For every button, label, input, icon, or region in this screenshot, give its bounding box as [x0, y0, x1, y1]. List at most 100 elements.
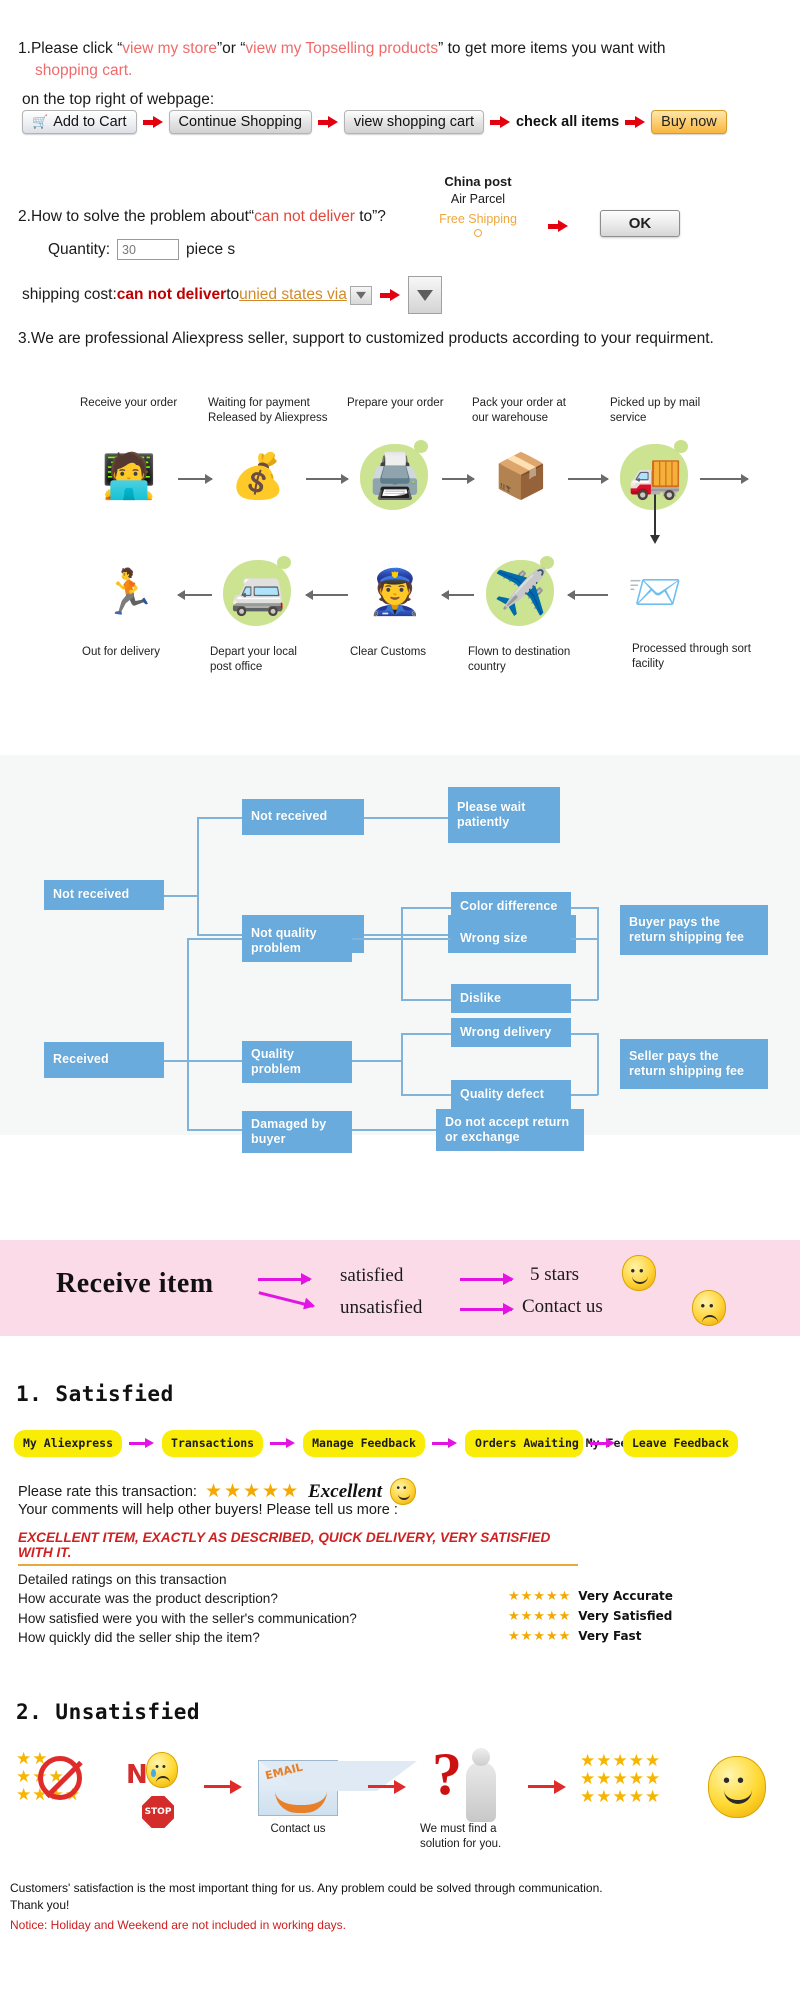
flowchart-node-wrong-delivery: Wrong delivery [451, 1018, 571, 1047]
continue-shopping-button[interactable]: Continue Shopping [168, 110, 312, 134]
flow-top-label-1: Receive your order [80, 397, 178, 409]
flow-bottom-label-5: Processed through sort facility [632, 643, 751, 670]
flowchart-line [571, 999, 598, 1001]
step-transactions[interactable]: Transactions [162, 1430, 264, 1457]
flowchart-line [401, 1033, 451, 1035]
satisfaction-footnote: Customers' satisfaction is the most impo… [10, 1881, 603, 1913]
thinking-person-icon [466, 1748, 496, 1822]
step-leave-feedback[interactable]: Leave Feedback [622, 1430, 738, 1457]
quantity-label: Quantity: [48, 240, 111, 258]
flowchart-node-dislike: Dislike [451, 984, 571, 1013]
mail-truck-icon: 🚚 [612, 438, 698, 516]
question-mark-icon: ? [432, 1741, 462, 1807]
magenta-arrow-icon [460, 1303, 514, 1315]
red-arrow-icon [142, 115, 163, 129]
unsatisfied-section: 2. Unsatisfied ★★ ★★★ ★★★★ N •• STOP EMAIL… [0, 1700, 800, 1932]
add-to-cart-button[interactable]: 🛒 Add to Cart [22, 110, 137, 134]
flowchart-line [164, 895, 198, 897]
flowchart-node-not-quality-problem: Not quality problem [242, 920, 352, 962]
country-dropdown-chevron-down-icon[interactable] [349, 285, 372, 305]
shipping-process-diagram: Receive your order Waiting for payment R… [0, 372, 800, 732]
shipping-country-link[interactable]: unied states via [239, 286, 347, 304]
flowchart-node-please-wait: Please wait patiently [448, 787, 560, 843]
magenta-arrow-icon [430, 1437, 460, 1449]
detail-stars-1[interactable]: ★★★★★ [508, 1586, 571, 1606]
view-my-store-link[interactable]: view my store [122, 40, 217, 57]
flowchart-node-not-received: Not received [242, 799, 364, 835]
buy-now-button[interactable]: Buy now [651, 110, 727, 134]
flowchart-line [401, 1094, 451, 1096]
shopping-cart-icon: 🛒 [32, 114, 49, 129]
reply-arrow-icon [275, 1791, 327, 1813]
view-topselling-products-link[interactable]: view my Topselling products [245, 40, 438, 57]
flowchart-line [401, 938, 451, 940]
detail-stars-2[interactable]: ★★★★★ [508, 1606, 571, 1626]
contact-us-result: Contact us [522, 1296, 603, 1317]
shipping-method-dropdown[interactable] [407, 276, 442, 314]
carrier-line-2: Air Parcel [450, 191, 506, 206]
flowchart-line [597, 907, 599, 1000]
smiley-eyes: •• [722, 1770, 751, 1792]
detail-rating-row: ★★★★★ Very Satisfied [508, 1606, 673, 1626]
contact-us-caption: Contact us [270, 1823, 326, 1835]
step-my-aliexpress[interactable]: My Aliexpress [14, 1430, 123, 1457]
flow-top-label-2: Waiting for payment Released by Aliexpre… [208, 397, 328, 424]
magenta-arrow-icon [127, 1437, 157, 1449]
no-letter-icon: N [126, 1760, 148, 1790]
flow-arrow-icon [700, 474, 749, 484]
step-manage-feedback[interactable]: Manage Feedback [303, 1430, 425, 1457]
section-2-heading: 2.How to solve the problem about“can not… [0, 208, 800, 226]
flowchart-line [401, 1033, 403, 1095]
magenta-arrow-icon [258, 1291, 314, 1308]
magenta-arrow-icon [258, 1273, 312, 1285]
flowchart-line [187, 1060, 242, 1062]
flow-bottom-label-4: Flown to destination country [468, 646, 571, 673]
red-arrow-icon [368, 1780, 410, 1794]
red-arrow-icon [317, 115, 338, 129]
shopping-cart-text: shopping cart. [35, 62, 133, 79]
star-icon-row: ★★★★★ [580, 1751, 662, 1770]
ok-button[interactable]: OK [600, 210, 680, 237]
section-2-number: 2. [18, 208, 31, 225]
flow-arrow-icon [568, 474, 609, 484]
flowchart-line [401, 999, 451, 1001]
red-arrow-icon [489, 115, 510, 129]
flowchart-line [352, 1060, 402, 1062]
happy-smiley-icon: •• [390, 1478, 416, 1505]
view-shopping-cart-button[interactable]: view shopping cart [343, 110, 484, 134]
flowchart-line [401, 907, 451, 909]
section-2-delivery-problem: 2.How to solve the problem about“can not… [0, 174, 800, 314]
solution-caption: We must find a solution for you. [420, 1823, 502, 1850]
detail-stars-3[interactable]: ★★★★★ [508, 1626, 571, 1646]
money-bag-icon: 💰 [230, 452, 286, 501]
step-orders-awaiting-my-feedback[interactable]: Orders Awaiting My Feedback [464, 1430, 662, 1457]
red-arrow-icon [204, 1780, 246, 1794]
satisfied-option: satisfied [340, 1265, 404, 1286]
flowchart-line [597, 1033, 599, 1095]
flowchart-line [571, 1033, 598, 1035]
check-all-items-label[interactable]: check all items [516, 114, 619, 130]
flow-top-label-3: Prepare your order [347, 397, 444, 409]
flowchart-line [352, 1129, 436, 1131]
section-1-text-b: ”or “ [217, 40, 246, 57]
section-1-number: 1. [18, 40, 31, 57]
tear-icon [151, 1769, 156, 1777]
detail-rating-row: ★★★★★ Very Fast [508, 1626, 673, 1646]
detail-answer-2: Very Satisfied [578, 1608, 673, 1623]
section-1-subtext: on the top right of webpage: [22, 91, 215, 108]
flowchart-node-buyer-pays: Buyer pays the return shipping fee [620, 905, 768, 955]
flow-bottom-label-3: Clear Customs [350, 646, 427, 658]
flowchart-node-damaged-by-buyer: Damaged by buyer [242, 1111, 352, 1153]
section-1-text-a: Please click “ [30, 40, 123, 57]
comments-prompt: Your comments will help other buyers! Pl… [18, 1502, 398, 1518]
flow-arrow-left-icon [567, 590, 608, 600]
quantity-input[interactable]: 30 [117, 239, 180, 260]
customs-officer-icon: 👮 [367, 568, 423, 617]
customer-at-computer-icon: 🧑‍💻 [101, 452, 157, 501]
big-happy-smiley-icon: •• [708, 1756, 766, 1818]
shipping-cost-row: shipping cost: can not deliver to unied s… [0, 174, 800, 314]
good-rating-star-group: ★★★★★ ★★★★★ ★★★★★ [580, 1752, 661, 1806]
flowchart-node-no-return: Do not accept return or exchange [436, 1109, 584, 1151]
section-3-heading: 3.We are professional Aliexpress seller,… [18, 330, 714, 347]
rating-stars[interactable]: ★★★★★ [205, 1482, 300, 1501]
